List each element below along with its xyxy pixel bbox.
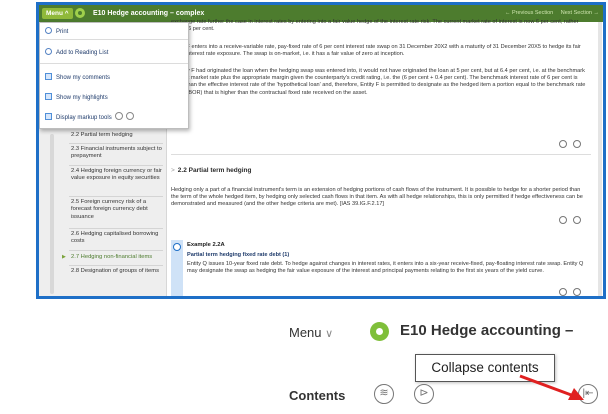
paragraph: If Entity F had originated the loan when… — [171, 68, 586, 96]
comment-icon[interactable] — [559, 216, 567, 224]
dropdown-divider — [40, 63, 188, 64]
show-highlights-label: Show my highlights — [56, 95, 108, 101]
previous-section-link[interactable]: ← Previous Section — [505, 10, 553, 16]
section-heading-text: 2.2 Partial term hedging — [177, 167, 252, 174]
location-pin-icon[interactable] — [75, 8, 85, 18]
example-subtitle: Partial term hedging fixed rate debt (1) — [187, 252, 290, 258]
location-pin-icon[interactable] — [370, 322, 389, 341]
menu-dropdown: Print Add to Reading List Show my commen… — [39, 22, 189, 129]
add-reading-list-item[interactable]: Add to Reading List — [45, 48, 108, 58]
highlight-icon[interactable] — [573, 140, 581, 148]
menu-label: Menu — [46, 10, 63, 17]
toc-divider — [69, 165, 163, 166]
toc-scrollbar[interactable] — [50, 134, 54, 294]
section-nav: ← Previous Section Next Section → — [499, 8, 599, 19]
example-box: Example 2.2A Partial term hedging fixed … — [171, 240, 591, 296]
print-item[interactable]: Print — [45, 27, 68, 37]
red-arrow-icon — [519, 374, 584, 400]
example-icon — [173, 243, 181, 251]
highlight-icon[interactable] — [573, 288, 581, 296]
example-text: Entity Q issues 10-year fixed rate debt.… — [187, 261, 584, 275]
show-comments-item[interactable]: Show my comments — [45, 73, 110, 83]
show-highlights-item[interactable]: Show my highlights — [45, 93, 108, 103]
toc-item-2-7[interactable]: 2.7 Hedging non-financial items — [62, 254, 163, 262]
paragraph: Hedging only a part of a financial instr… — [171, 187, 583, 208]
paragraph: exchange rate further the case in intere… — [171, 19, 579, 33]
main-content: exchange rate further the case in intere… — [171, 19, 601, 296]
sync-icon[interactable]: ⊳ — [414, 384, 434, 404]
zoom-menu-button[interactable]: Menu ∨ — [289, 325, 333, 340]
example-title: Example 2.2A — [187, 242, 225, 248]
chevron-down-icon: ∨ — [325, 328, 334, 340]
toc-item-2-6[interactable]: 2.6 Hedging capitalised borrowing costs — [71, 231, 163, 246]
add-reading-list-label: Add to Reading List — [56, 50, 109, 56]
section-divider — [171, 154, 591, 155]
toc-item-2-3[interactable]: 2.3 Financial instruments subject to pre… — [71, 146, 163, 161]
minus-circle-icon[interactable] — [114, 112, 123, 120]
checkbox-icon[interactable] — [45, 93, 52, 100]
toc-item-2-2[interactable]: 2.2 Partial term hedging — [71, 132, 163, 139]
comment-icon[interactable] — [559, 140, 567, 148]
highlight-icon[interactable] — [573, 216, 581, 224]
toc-item-2-8[interactable]: 2.8 Designation of groups of items — [71, 268, 163, 275]
comment-icon[interactable] — [559, 288, 567, 296]
zoom-menu-label: Menu — [289, 325, 322, 340]
next-section-link[interactable]: Next Section → — [561, 10, 599, 16]
checkbox-icon[interactable] — [45, 73, 52, 80]
toc-divider — [69, 143, 163, 144]
toc-divider — [69, 228, 163, 229]
zoom-callout: Menu ∨ E10 Hedge accounting – Collapse c… — [278, 308, 608, 414]
toc-divider — [69, 265, 163, 266]
toc-item-2-5[interactable]: 2.5 Foreign currency risk of a forecast … — [71, 199, 163, 221]
content-scrollbar[interactable] — [598, 22, 602, 296]
reading-list-icon — [45, 48, 52, 55]
chevron-right-icon[interactable]: > — [171, 167, 175, 174]
show-comments-label: Show my comments — [56, 75, 111, 81]
checkbox-icon[interactable] — [45, 113, 52, 120]
paragraph: Entity F enters into a receive-variable … — [171, 44, 581, 58]
print-label: Print — [56, 29, 69, 35]
toc-divider — [69, 196, 163, 197]
menu-button[interactable]: Menu ^ — [42, 8, 73, 19]
toc-divider — [69, 250, 163, 251]
contents-label: Contents — [289, 388, 346, 403]
print-icon — [45, 27, 52, 34]
chevron-up-icon: ^ — [64, 10, 69, 17]
display-markup-item[interactable]: Display markup tools — [45, 112, 134, 123]
dropdown-divider — [40, 39, 188, 40]
app-window: Menu ^ E10 Hedge accounting – complex ← … — [36, 2, 606, 299]
document-title: E10 Hedge accounting – complex — [93, 10, 205, 17]
stage: Menu ^ E10 Hedge accounting – complex ← … — [0, 0, 608, 414]
zoom-document-title: E10 Hedge accounting – — [400, 322, 574, 339]
expand-all-icon[interactable]: ≋ — [374, 384, 394, 404]
toc-item-2-4[interactable]: 2.4 Hedging foreign currency or fair val… — [71, 168, 163, 183]
section-heading: >2.2 Partial term hedging — [171, 167, 251, 174]
display-markup-label: Display markup tools — [56, 115, 112, 121]
edit-circle-icon[interactable] — [125, 112, 134, 120]
